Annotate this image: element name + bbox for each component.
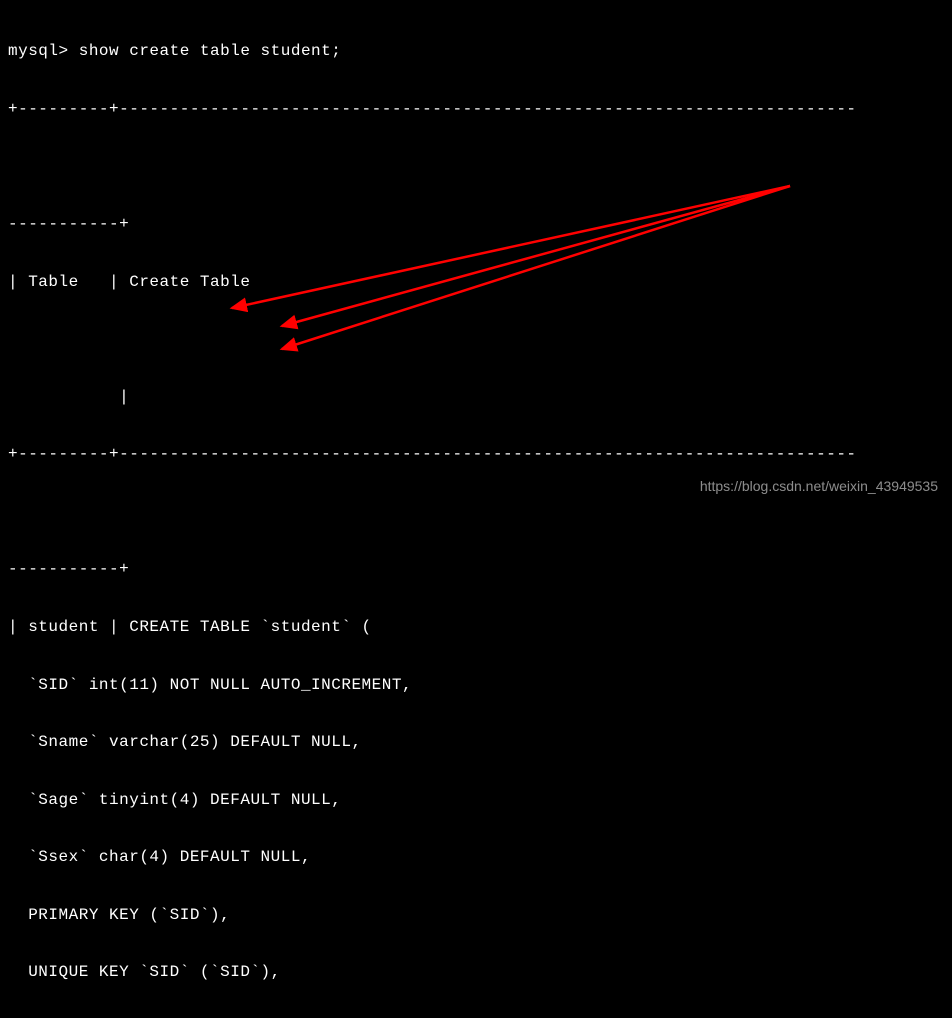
watermark-url: https://blog.csdn.net/weixin_43949535 <box>700 478 938 495</box>
blank-line <box>8 330 944 349</box>
column-sname: `Sname` varchar(25) DEFAULT NULL, <box>8 733 944 752</box>
column-sid: `SID` int(11) NOT NULL AUTO_INCREMENT, <box>8 676 944 695</box>
separator-line: +---------+-----------------------------… <box>8 445 944 464</box>
terminal-output: mysql> show create table student; +-----… <box>8 4 944 1018</box>
table-header-end: | <box>8 388 944 407</box>
column-sage: `Sage` tinyint(4) DEFAULT NULL, <box>8 791 944 810</box>
create-table-line: | student | CREATE TABLE `student` ( <box>8 618 944 637</box>
separator-line: -----------+ <box>8 560 944 579</box>
mysql-prompt-command: mysql> show create table student; <box>8 42 944 61</box>
table-header: | Table | Create Table <box>8 273 944 292</box>
blank-line <box>8 503 944 522</box>
separator-line: +---------+-----------------------------… <box>8 100 944 119</box>
separator-line: -----------+ <box>8 215 944 234</box>
unique-key-line: UNIQUE KEY `SID` (`SID`), <box>8 963 944 982</box>
blank-line <box>8 158 944 177</box>
column-ssex: `Ssex` char(4) DEFAULT NULL, <box>8 848 944 867</box>
primary-key-line: PRIMARY KEY (`SID`), <box>8 906 944 925</box>
